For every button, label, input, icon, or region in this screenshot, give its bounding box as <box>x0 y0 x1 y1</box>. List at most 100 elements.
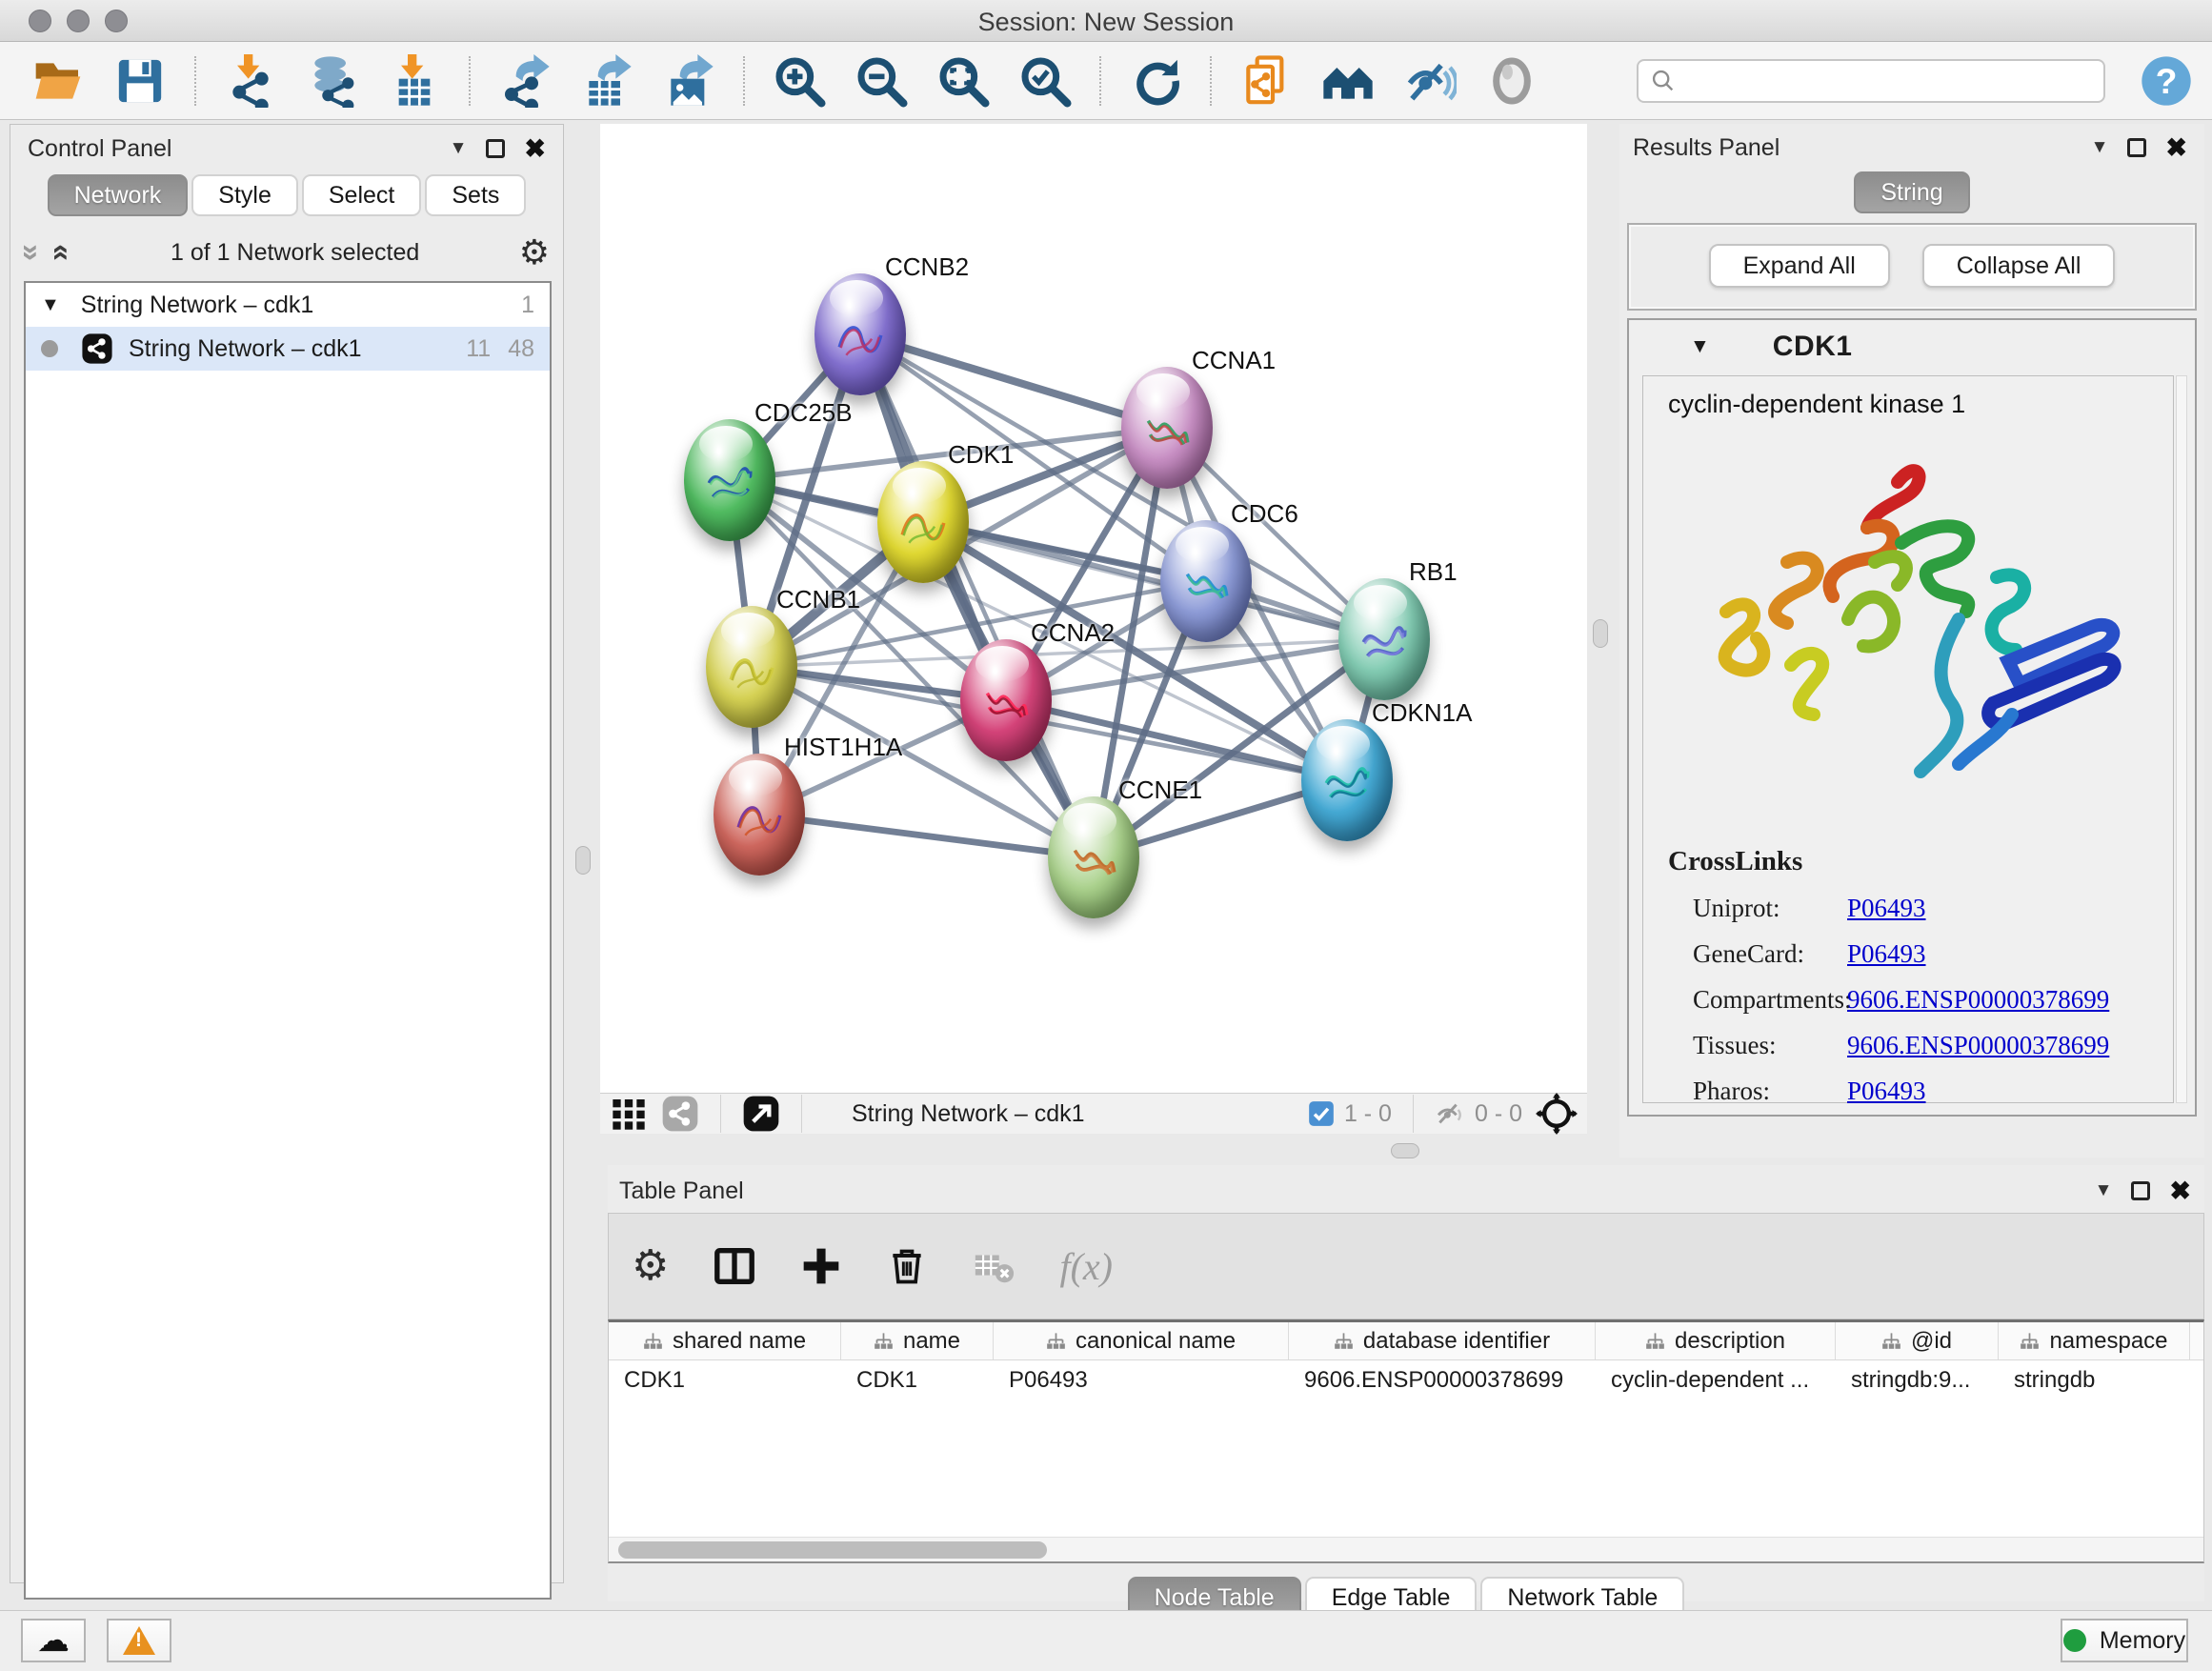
string-home-icon[interactable] <box>1321 54 1375 108</box>
table-cell[interactable]: stringdb <box>1999 1360 2190 1400</box>
presentation-eye-icon[interactable] <box>1485 54 1538 108</box>
refresh-icon[interactable] <box>1129 54 1182 108</box>
table-panel-float-icon[interactable] <box>2131 1181 2150 1200</box>
crosslink-link[interactable]: 9606.ENSP00000378699 <box>1847 1031 2109 1060</box>
table-row[interactable]: CDK1CDK1P064939606.ENSP00000378699cyclin… <box>609 1360 2203 1400</box>
table-cell[interactable]: stringdb:9... <box>1836 1360 1999 1400</box>
network-row-selected[interactable]: String Network – cdk1 11 48 <box>26 327 550 371</box>
import-database-icon[interactable] <box>306 54 359 108</box>
export-image-icon[interactable] <box>662 54 715 108</box>
node-label-ccne1: CCNE1 <box>1118 775 1202 805</box>
delete-column-icon[interactable] <box>886 1245 928 1287</box>
cloud-status-button[interactable]: ☁ <box>21 1619 86 1662</box>
network-node-ccnb1[interactable] <box>706 606 797 728</box>
zoom-out-icon[interactable] <box>855 54 908 108</box>
column-header-canonical-name[interactable]: canonical name <box>994 1322 1289 1359</box>
selected-checkbox-icon[interactable] <box>1308 1100 1335 1127</box>
network-edge[interactable] <box>860 334 1094 857</box>
warnings-button[interactable] <box>107 1619 171 1662</box>
control-panel-float-icon[interactable] <box>486 139 505 158</box>
table-panel-close-icon[interactable]: ✖ <box>2169 1178 2191 1204</box>
network-node-ccne1[interactable] <box>1048 796 1139 918</box>
table-hscrollbar-thumb[interactable] <box>618 1541 1047 1559</box>
entry-collapse-icon[interactable]: ▼ <box>1690 335 1710 358</box>
column-header-id[interactable]: @id <box>1836 1322 1999 1359</box>
network-node-cdc25b[interactable] <box>684 419 775 541</box>
tab-network[interactable]: Network <box>48 174 189 216</box>
crosslink-link[interactable]: 9606.ENSP00000378699 <box>1847 985 2109 1015</box>
network-collection-row[interactable]: ▼ String Network – cdk1 1 <box>26 283 550 327</box>
expand-all-button[interactable]: Expand All <box>1709 244 1890 288</box>
create-column-icon[interactable] <box>800 1245 842 1287</box>
open-session-icon[interactable] <box>31 54 85 108</box>
network-row-label: String Network – cdk1 <box>129 335 362 363</box>
main-toolbar: ? <box>0 42 2212 120</box>
expand-all-networks-icon[interactable]: » <box>17 244 48 261</box>
column-header-description[interactable]: description <box>1596 1322 1836 1359</box>
column-header-namespace[interactable]: namespace <box>1999 1322 2190 1359</box>
network-node-cdc6[interactable] <box>1160 520 1252 642</box>
import-network-icon[interactable] <box>224 54 277 108</box>
collapse-all-button[interactable]: Collapse All <box>1922 244 2116 288</box>
results-scrollbar-track[interactable] <box>2176 375 2187 1103</box>
network-from-clipboard-icon[interactable] <box>1239 54 1293 108</box>
tab-string[interactable]: String <box>1854 171 1969 213</box>
network-node-ccna2[interactable] <box>960 639 1052 761</box>
control-panel-collapse-icon[interactable]: ▼ <box>450 138 468 159</box>
left-splitter-handle[interactable] <box>575 846 591 875</box>
table-hscrollbar-track[interactable] <box>609 1537 2203 1561</box>
network-node-ccnb2[interactable] <box>814 273 906 395</box>
network-node-hist1h1a[interactable] <box>714 754 805 876</box>
collapse-all-networks-icon[interactable]: « <box>48 244 78 261</box>
table-panel-collapse-icon[interactable]: ▼ <box>2095 1180 2113 1201</box>
hidden-eye-slash-icon[interactable] <box>1435 1098 1465 1129</box>
network-canvas[interactable]: CCNB2CCNA1CDC25BCDK1CDC6RB1CCNB1CCNA2CDK… <box>600 124 1587 1093</box>
table-options-gear-icon[interactable]: ⚙ <box>632 1245 669 1287</box>
results-panel-close-icon[interactable]: ✖ <box>2165 135 2187 161</box>
results-panel-collapse-icon[interactable]: ▼ <box>2091 137 2109 158</box>
crosslink-link[interactable]: P06493 <box>1847 939 1926 969</box>
crosslink-link[interactable]: P06493 <box>1847 894 1926 923</box>
table-cell[interactable]: CDK1 <box>609 1360 841 1400</box>
network-node-cdk1[interactable] <box>877 461 969 583</box>
network-edge[interactable] <box>860 334 1167 428</box>
table-cell[interactable]: P06493 <box>994 1360 1289 1400</box>
table-cell[interactable]: cyclin-dependent ... <box>1596 1360 1836 1400</box>
network-node-ccna1[interactable] <box>1121 367 1213 489</box>
column-header-database-identifier[interactable]: database identifier <box>1289 1322 1596 1359</box>
help-icon[interactable]: ? <box>2140 54 2193 108</box>
node-ribbon-image <box>1356 611 1413 674</box>
network-node-cdkn1a[interactable] <box>1301 719 1393 841</box>
column-header-name[interactable]: name <box>841 1322 994 1359</box>
tree-expand-icon[interactable]: ▼ <box>41 294 60 316</box>
network-edge[interactable] <box>759 815 1094 857</box>
birds-eye-grid-icon[interactable] <box>610 1095 648 1133</box>
tab-style[interactable]: Style <box>191 174 298 216</box>
crosslink-link[interactable]: P06493 <box>1847 1077 1926 1106</box>
show-hide-glass-icon[interactable] <box>1403 54 1457 108</box>
tab-sets[interactable]: Sets <box>425 174 526 216</box>
horizontal-splitter-handle[interactable] <box>1391 1143 1419 1158</box>
column-header-shared-name[interactable]: shared name <box>609 1322 841 1359</box>
detach-view-icon[interactable] <box>742 1095 780 1133</box>
tab-select[interactable]: Select <box>302 174 421 216</box>
export-network-icon[interactable] <box>498 54 552 108</box>
zoom-fit-icon[interactable] <box>936 54 990 108</box>
string-panel-icon[interactable] <box>661 1095 699 1133</box>
save-session-icon[interactable] <box>113 54 167 108</box>
memory-button[interactable]: Memory <box>2061 1619 2188 1662</box>
results-panel-float-icon[interactable] <box>2127 138 2146 157</box>
zoom-selected-icon[interactable] <box>1018 54 1072 108</box>
right-splitter-handle[interactable] <box>1593 619 1608 648</box>
import-table-icon[interactable] <box>388 54 441 108</box>
zoom-in-icon[interactable] <box>773 54 826 108</box>
fit-content-crosshair-icon[interactable] <box>1536 1093 1578 1135</box>
table-cell[interactable]: CDK1 <box>841 1360 994 1400</box>
export-table-icon[interactable] <box>580 54 633 108</box>
table-cell[interactable]: 9606.ENSP00000378699 <box>1289 1360 1596 1400</box>
network-node-rb1[interactable] <box>1338 578 1430 700</box>
control-panel-close-icon[interactable]: ✖ <box>524 136 546 162</box>
show-columns-icon[interactable] <box>713 1244 756 1288</box>
network-list-options-gear-icon[interactable]: ⚙ <box>519 235 550 270</box>
search-input[interactable] <box>1637 59 2105 103</box>
